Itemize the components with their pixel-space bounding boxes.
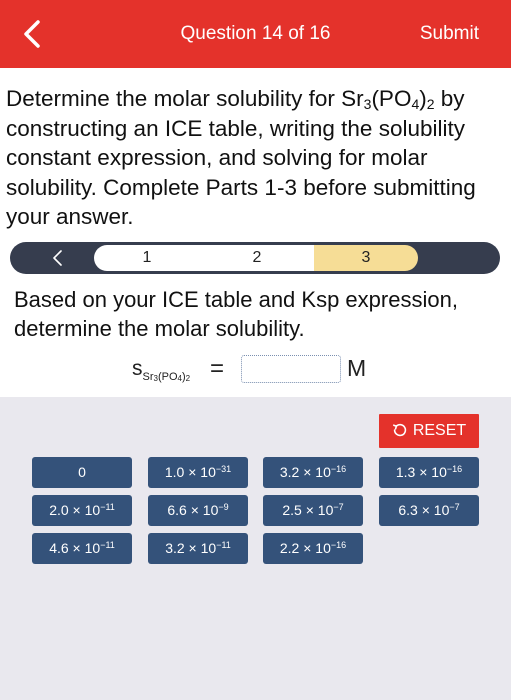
equals-sign: = [210,355,225,382]
submit-button[interactable]: Submit [420,23,479,45]
answer-tile[interactable]: 6.3 × 10−7 [379,495,479,526]
answer-drop-target[interactable] [241,355,341,383]
answer-tile[interactable]: 3.2 × 10−16 [263,457,363,488]
reset-button[interactable]: RESET [379,414,479,448]
question-text: Determine the molar solubility for Sr3(P… [6,86,476,229]
part-stepper: 1 2 3 [10,242,500,274]
unit-label: M [347,355,367,381]
solubility-symbol: sSr3(PO4)2 [132,357,191,383]
back-button[interactable] [14,14,54,54]
chevron-left-icon [24,20,40,48]
step-1[interactable]: 1 [94,245,200,271]
answer-tile[interactable]: 2.5 × 10−7 [263,495,363,526]
top-bar: Question 14 of 16 Submit [0,0,511,68]
answer-tile[interactable]: 2.2 × 10−16 [263,533,363,564]
answer-tile[interactable]: 0 [32,457,132,488]
answer-tile[interactable]: 3.2 × 10−11 [148,533,248,564]
answer-tile[interactable]: 1.0 × 10−31 [148,457,248,488]
previous-part-button[interactable] [50,248,66,268]
answer-tile[interactable]: 4.6 × 10−11 [32,533,132,564]
answer-tile[interactable]: 2.0 × 10−11 [32,495,132,526]
answer-tile[interactable]: 6.6 × 10−9 [148,495,248,526]
answer-tile[interactable]: 1.3 × 10−16 [379,457,479,488]
chevron-left-icon [53,250,62,266]
step-3-active[interactable]: 3 [314,245,418,271]
step-2[interactable]: 2 [200,245,314,271]
part-prompt: Based on your ICE table and Ksp expressi… [14,287,458,341]
reset-icon [392,423,407,437]
